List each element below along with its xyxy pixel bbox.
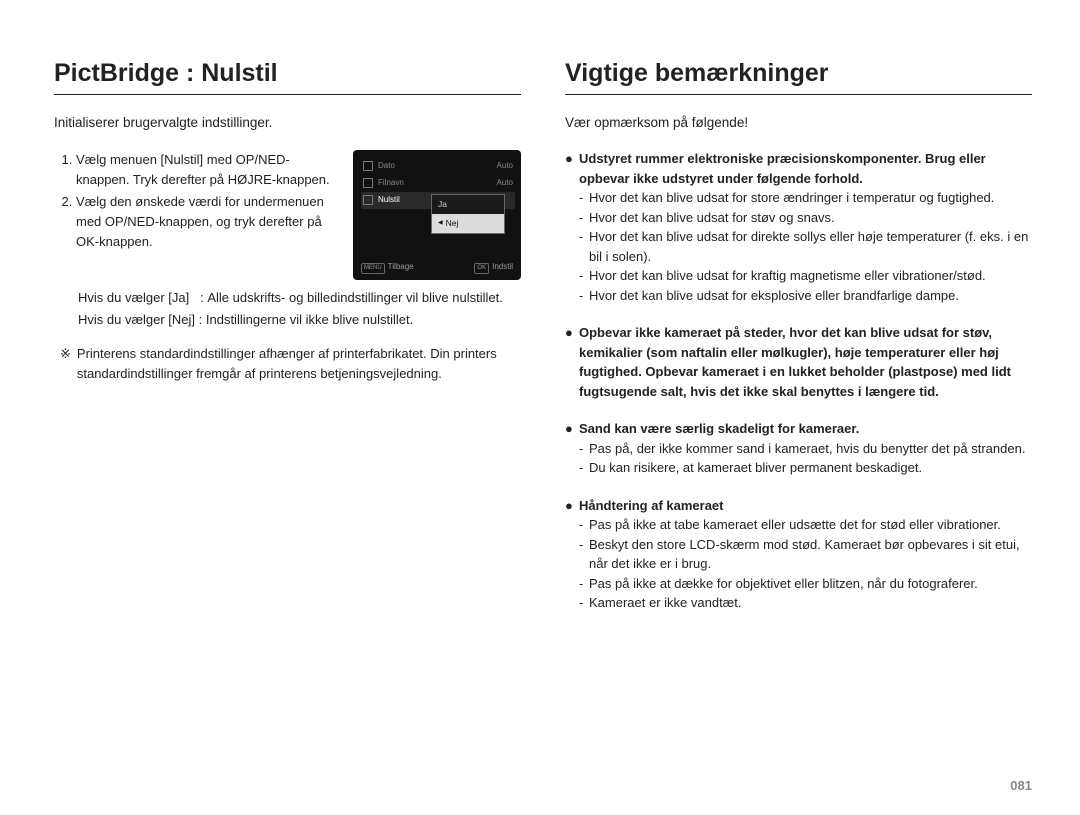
- calendar-icon: [363, 161, 373, 171]
- lcd-row: Dato Auto: [361, 158, 515, 175]
- result-yes-text: Alle udskrifts- og billedindstillinger v…: [207, 288, 521, 308]
- bullet-dot-icon: ●: [565, 323, 579, 401]
- bullet-head: ● Udstyret rummer elektroniske præcision…: [565, 149, 1032, 188]
- dash-item: -Hvor det kan blive udsat for kraftig ma…: [579, 266, 1032, 286]
- page-number: 081: [1010, 778, 1032, 793]
- lcd-submenu: Ja Nej: [431, 194, 505, 234]
- dash-item: -Hvor det kan blive udsat for store ændr…: [579, 188, 1032, 208]
- bullet-item: ● Opbevar ikke kameraet på steder, hvor …: [565, 323, 1032, 401]
- note-symbol: ※: [60, 344, 77, 384]
- bullet-item: ● Sand kan være særlig skadeligt for kam…: [565, 419, 1032, 478]
- result-no-label: Hvis du vælger [Nej] :: [78, 310, 206, 330]
- lcd-footer-back: MENUTilbage: [361, 261, 414, 274]
- dash-list: -Hvor det kan blive udsat for store ændr…: [565, 188, 1032, 305]
- bullets-list: ● Udstyret rummer elektroniske præcision…: [565, 149, 1032, 613]
- bullet-head: ● Håndtering af kameraet: [565, 496, 1032, 516]
- left-column: PictBridge : Nulstil Initialiserer bruge…: [54, 58, 521, 785]
- bullet-head: ● Sand kan være særlig skadeligt for kam…: [565, 419, 1032, 439]
- right-title: Vigtige bemærkninger: [565, 58, 1032, 88]
- dash-item: -Beskyt den store LCD-skærm mod stød. Ka…: [579, 535, 1032, 574]
- dash-item: -Pas på ikke at dække for objektivet ell…: [579, 574, 1032, 594]
- bullet-head-text: Udstyret rummer elektroniske præcisionsk…: [579, 149, 1032, 188]
- menu-badge: MENU: [361, 263, 385, 274]
- result-block: Hvis du vælger [Ja] : Alle udskrifts- og…: [54, 288, 521, 330]
- printer-note: ※ Printerens standardindstillinger afhæn…: [54, 344, 521, 384]
- dash-item: -Pas på, der ikke kommer sand i kameraet…: [579, 439, 1032, 459]
- dash-item: -Kameraet er ikke vandtæt.: [579, 593, 1032, 613]
- left-body: Initialiserer brugervalgte indstillinger…: [54, 113, 521, 384]
- file-icon: [363, 178, 373, 188]
- dash-item: -Hvor det kan blive udsat for eksplosive…: [579, 286, 1032, 306]
- bullet-head-text: Sand kan være særlig skadeligt for kamer…: [579, 419, 859, 439]
- lcd-footer: MENUTilbage OKIndstil: [361, 261, 513, 274]
- lcd-value: Auto: [497, 160, 513, 172]
- dash-item: -Pas på ikke at tabe kameraet eller udsæ…: [579, 515, 1032, 535]
- lcd-footer-set: OKIndstil: [474, 261, 513, 274]
- lcd-sub-label: Nej: [446, 217, 459, 230]
- note-text: Printerens standardindstillinger afhænge…: [77, 344, 521, 384]
- result-no: Hvis du vælger [Nej] : Indstillingerne v…: [78, 310, 521, 330]
- manual-page: PictBridge : Nulstil Initialiserer bruge…: [0, 0, 1080, 815]
- dash-item: -Du kan risikere, at kameraet bliver per…: [579, 458, 1032, 478]
- right-column: Vigtige bemærkninger Vær opmærksom på fø…: [565, 58, 1032, 785]
- dash-item: -Hvor det kan blive udsat for direkte so…: [579, 227, 1032, 266]
- bullet-item: ● Udstyret rummer elektroniske præcision…: [565, 149, 1032, 305]
- ok-badge: OK: [474, 263, 489, 274]
- result-no-text: Indstillingerne vil ikke blive nulstille…: [206, 310, 521, 330]
- lcd-sub-item-selected: Nej: [432, 214, 504, 233]
- right-body: Vær opmærksom på følgende! ● Udstyret ru…: [565, 113, 1032, 613]
- bullet-head: ● Opbevar ikke kameraet på steder, hvor …: [565, 323, 1032, 401]
- camera-lcd-screenshot: Dato Auto Filnavn Auto Nulstil Ja Nej: [353, 150, 521, 280]
- result-yes-label: Hvis du vælger [Ja] :: [78, 288, 207, 308]
- bullet-dot-icon: ●: [565, 496, 579, 516]
- bullet-head-text: Håndtering af kameraet: [579, 496, 724, 516]
- lcd-label: Nulstil: [378, 194, 400, 206]
- lcd-label: Filnavn: [378, 177, 404, 189]
- bullet-dot-icon: ●: [565, 419, 579, 439]
- bullet-item: ● Håndtering af kameraet -Pas på ikke at…: [565, 496, 1032, 613]
- left-intro: Initialiserer brugervalgte indstillinger…: [54, 113, 521, 134]
- reset-icon: [363, 195, 373, 205]
- left-title: PictBridge : Nulstil: [54, 58, 521, 88]
- title-rule: [54, 94, 521, 95]
- right-intro: Vær opmærksom på følgende!: [565, 113, 1032, 133]
- title-rule: [565, 94, 1032, 95]
- bullet-dot-icon: ●: [565, 149, 579, 188]
- lcd-value: Auto: [497, 177, 513, 189]
- dash-item: -Hvor det kan blive udsat for støv og sn…: [579, 208, 1032, 228]
- result-yes: Hvis du vælger [Ja] : Alle udskrifts- og…: [78, 288, 521, 308]
- dash-list: -Pas på ikke at tabe kameraet eller udsæ…: [565, 515, 1032, 613]
- lcd-row: Filnavn Auto: [361, 175, 515, 192]
- lcd-sub-item: Ja: [432, 195, 504, 214]
- dash-list: -Pas på, der ikke kommer sand i kameraet…: [565, 439, 1032, 478]
- lcd-label: Dato: [378, 160, 395, 172]
- bullet-head-text: Opbevar ikke kameraet på steder, hvor de…: [579, 323, 1032, 401]
